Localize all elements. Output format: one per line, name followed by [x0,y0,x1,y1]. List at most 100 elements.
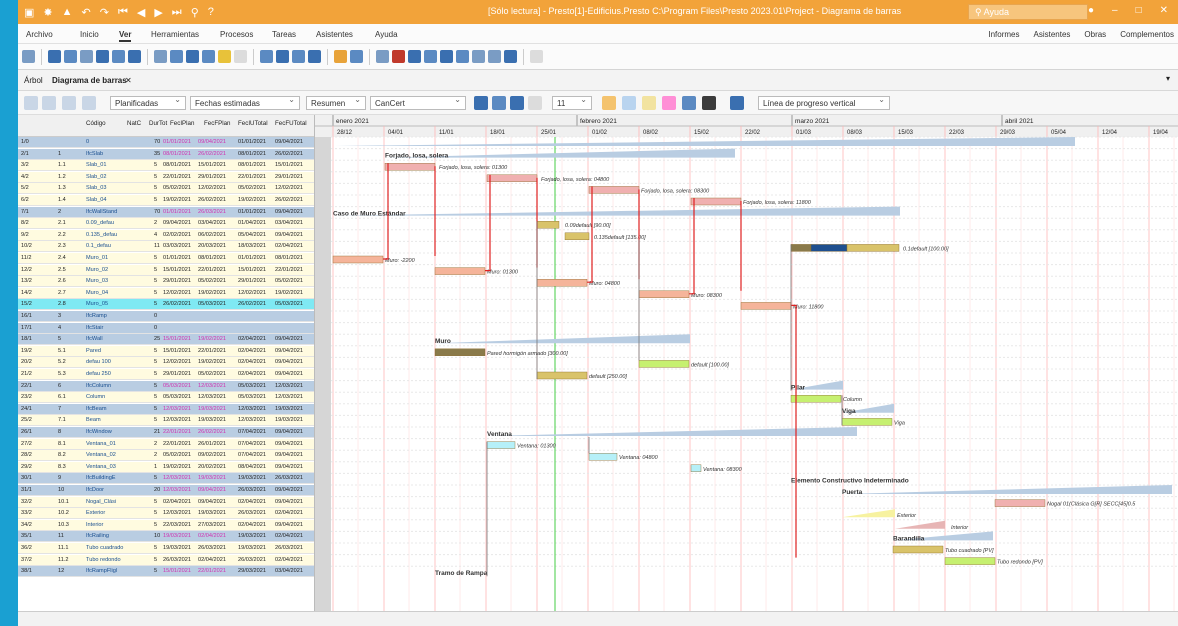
lm2-icon[interactable] [488,50,501,63]
table-row[interactable]: 18/1 5 IfcWall 25 15/01/2021 19/02/2021 02/04/… [18,334,314,346]
table-row[interactable]: 1/0 0 70 01/01/2021 09/04/2021 01/01/2021 09/0… [18,137,314,148]
resumen-select[interactable]: Resumen [306,95,366,110]
prev-icon[interactable]: ◀ [137,6,145,19]
table-row[interactable]: 2/1 1 IfcSlab 35 08/01/2021 26/02/2021 08/01/2… [18,148,314,160]
baseline-icon[interactable] [730,96,744,110]
list-icon[interactable] [96,50,109,63]
unlink-icon[interactable] [350,50,363,63]
lm-icon[interactable] [472,50,485,63]
table-row[interactable]: 28/2 8.2 Ventana_02 2 05/02/2021 09/02/2021 07… [18,450,314,462]
menu-asistentes[interactable]: Asistentes [316,30,353,39]
table-row[interactable]: 15/2 2.8 Muro_05 5 26/02/2021 05/03/2021 26/02… [18,299,314,311]
redo-icon[interactable]: ↷ [100,6,109,19]
menu-complementos[interactable]: Complementos [1120,30,1174,39]
table-row[interactable]: 4/2 1.2 Slab_02 5 22/01/2021 29/01/2021 22/01/… [18,171,314,183]
filter-icon[interactable]: ⚲ [191,6,199,19]
comment-icon[interactable] [530,50,543,63]
calendar-31-icon[interactable] [170,50,183,63]
color-orange-icon[interactable] [602,96,616,110]
col-codigo[interactable]: Código [86,120,106,127]
table-row[interactable]: 38/1 12 IfcRampFligl 5 15/01/2021 22/01/2021 2… [18,566,314,578]
menu-archivo[interactable]: Archivo [26,30,53,39]
table-row[interactable]: 27/2 8.1 Ventana_01 2 22/01/2021 26/01/2021 07… [18,438,314,450]
columns-icon[interactable] [80,50,93,63]
table-icon[interactable] [456,50,469,63]
menu-ayuda[interactable]: Ayuda [375,30,398,39]
calendar-icon[interactable] [154,50,167,63]
expand-icon[interactable] [62,96,76,110]
collapse-icon[interactable] [82,96,96,110]
table-row[interactable]: 5/2 1.3 Slab_03 5 05/02/2021 12/02/2021 05/02/… [18,183,314,195]
bar-align-icon[interactable] [492,96,506,110]
table-row[interactable]: 29/2 8.3 Ventana_03 1 19/02/2021 20/02/2021 08… [18,461,314,473]
cancert-select[interactable]: CanCert [370,95,466,110]
menu-herramientas[interactable]: Herramientas [151,30,199,39]
table-row[interactable]: 3/2 1.1 Slab_01 5 08/01/2021 15/01/2021 08/01/… [18,160,314,172]
table-row[interactable]: 25/2 7.1 Beam 5 12/03/2021 19/03/2021 12/03/20… [18,415,314,427]
col-feciutotal[interactable]: FecIUTotal [238,120,268,127]
close-tab-icon[interactable]: ✕ [125,76,132,85]
table-row[interactable]: 30/1 9 IfcBuildingE 5 12/03/2021 19/03/2021 19… [18,473,314,485]
tab-arbol[interactable]: Árbol [24,76,43,85]
save-icon[interactable]: ▣ [24,6,34,19]
color-blue-icon[interactable] [622,96,636,110]
close-icon[interactable]: ✕ [1160,5,1168,16]
col-natc[interactable]: NatC [127,120,141,127]
col-fecipla[interactable]: FecIPlan [170,120,194,127]
link-icon[interactable] [334,50,347,63]
table-row[interactable]: 36/2 11.1 Tubo cuadrado 5 19/03/2021 26/03/20… [18,543,314,554]
table-row[interactable]: 13/2 2.6 Muro_03 5 29/01/2021 05/02/2021 29/01… [18,276,314,288]
settings-icon[interactable]: ✸ [43,6,52,19]
table-row[interactable]: 8/2 2.1 0.09_defau 2 09/04/2021 03/04/2021 01/… [18,218,314,230]
table-row[interactable]: 17/1 4 IfcStair 0 [18,322,314,334]
table-view-icon[interactable] [48,50,61,63]
query-icon[interactable] [128,50,141,63]
table-row[interactable]: 12/2 2.5 Muro_02 5 15/01/2021 22/01/2021 15/01… [18,264,314,276]
tree-view-icon[interactable] [22,50,35,63]
table-row[interactable]: 26/1 8 IfcWindow 21 22/01/2021 26/02/2021 07/0… [18,427,314,438]
table-row[interactable]: 20/2 5.2 defau 100 5 12/02/2021 19/02/2021 02/… [18,357,314,369]
table-row[interactable]: 7/1 2 IfcWallStand 70 01/01/2021 26/03/2021 01… [18,206,314,218]
first-icon[interactable]: ⏮ [118,6,128,19]
table-row[interactable]: 33/2 10.2 Exterior 5 12/03/2021 19/03/2021 26/… [18,508,314,520]
table-row[interactable]: 6/2 1.4 Slab_04 5 19/02/2021 26/02/2021 19/02/… [18,195,314,206]
copy-icon[interactable] [260,50,273,63]
merge-icon[interactable] [504,50,517,63]
next-icon[interactable]: ▶ [154,6,162,19]
menu-asistentes-right[interactable]: Asistentes [1033,30,1070,39]
col-durtot[interactable]: DurTot [149,120,167,127]
menu-obras[interactable]: Obras [1084,30,1106,39]
copy4-icon[interactable] [308,50,321,63]
table-row[interactable]: 9/2 2.2 0.135_defau 4 02/02/2021 06/02/2021 05… [18,229,314,241]
tab-diagrama-de-barras[interactable]: Diagrama de barras [52,76,127,85]
table-row[interactable]: 23/2 6.1 Column 5 05/03/2021 12/03/2021 05/03/… [18,392,314,404]
table-row[interactable]: 35/1 11 IfcRailing 10 19/03/2021 02/04/2021 19… [18,531,314,543]
table-row[interactable]: 21/2 5.3 defau 250 5 29/01/2021 05/02/2021 02/… [18,369,314,380]
table-row[interactable]: 11/2 2.4 Muro_01 5 01/01/2021 08/01/2021 01/01… [18,253,314,264]
font-size-select[interactable]: 11 [552,95,592,110]
linea-progreso-select[interactable]: Línea de progreso vertical [758,95,890,110]
help-search[interactable]: ⚲ Ayuda [968,4,1088,20]
aperture-icon[interactable] [528,96,542,110]
grid-icon[interactable] [64,50,77,63]
delete-icon[interactable] [392,50,405,63]
user-icon[interactable]: ● [1088,5,1094,16]
table-row[interactable]: 31/1 10 IfcDoor 20 12/03/2021 09/04/2021 26/03… [18,485,314,496]
chart-bar-icon[interactable] [376,50,389,63]
grid2-icon[interactable] [424,50,437,63]
info-icon[interactable] [408,50,421,63]
indent-icon[interactable] [42,96,56,110]
chart-icon[interactable]: ▲ [62,6,73,18]
table-row[interactable]: 32/2 10.1 Nogal_Clási 5 02/04/2021 09/04/2021… [18,496,314,508]
bar-style-icon[interactable] [510,96,524,110]
color-yellow-icon[interactable] [642,96,656,110]
undo-icon[interactable]: ↶ [82,6,91,19]
color-palette-icon[interactable] [702,96,716,110]
help-icon[interactable]: ? [208,6,214,18]
col-fecfplan[interactable]: FecFPlan [204,120,230,127]
table-row[interactable]: 10/2 2.3 0.1_defau 11 03/03/2021 20/03/2021 18… [18,241,314,253]
menu-ver[interactable]: Ver [119,30,132,42]
lm-bar-icon[interactable] [474,96,488,110]
table-row[interactable]: 14/2 2.7 Muro_04 5 12/02/2021 19/02/2021 12/02… [18,287,314,299]
color-grid-icon[interactable] [682,96,696,110]
